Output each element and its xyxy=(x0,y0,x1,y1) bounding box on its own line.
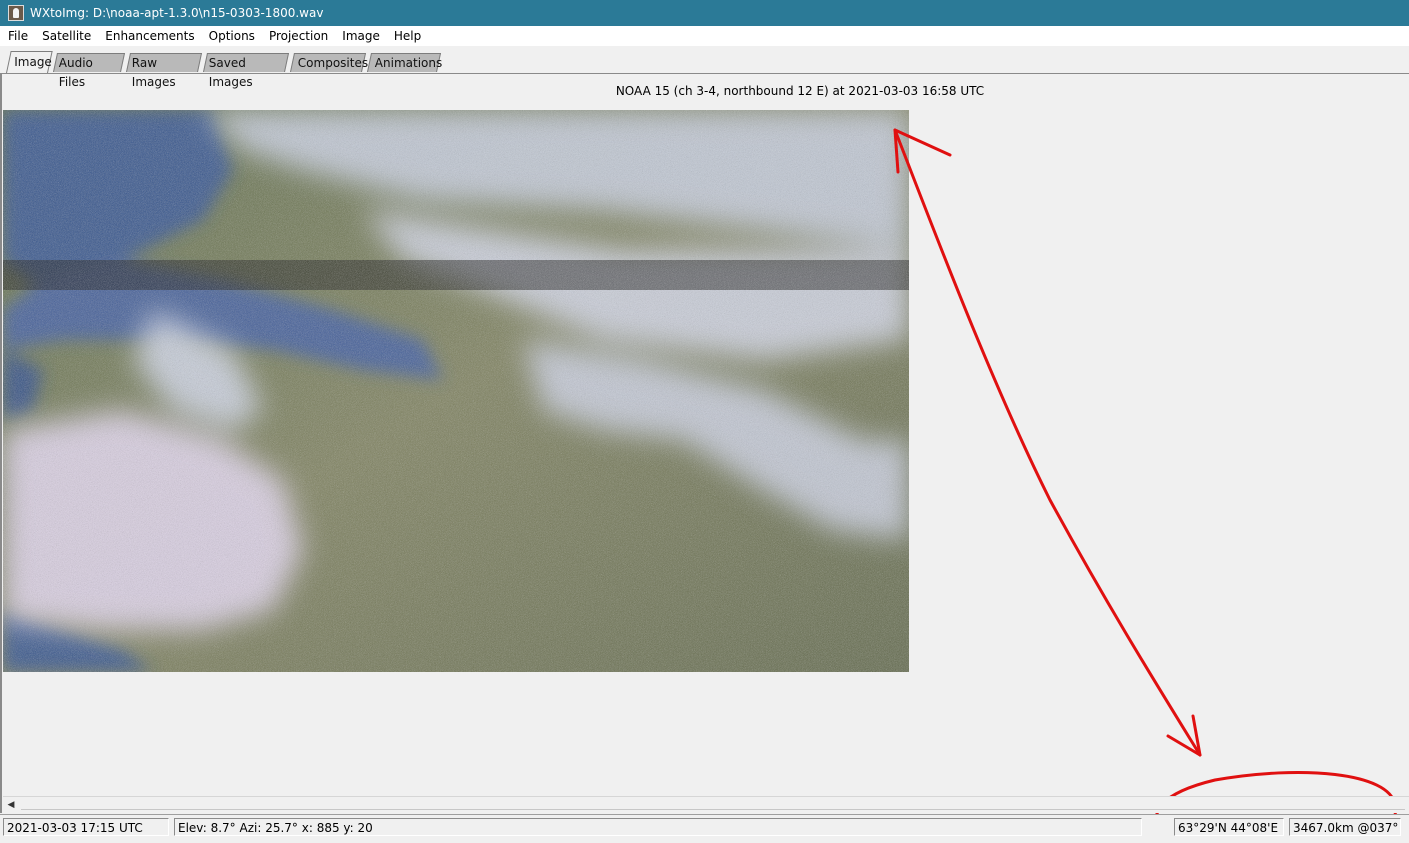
scroll-track[interactable] xyxy=(21,800,1405,810)
menu-bar: File Satellite Enhancements Options Proj… xyxy=(0,26,1409,46)
tab-bar: Image Audio Files Raw Images Saved Image… xyxy=(0,49,1409,89)
status-bar: 2021-03-03 17:15 UTC Elev: 8.7° Azi: 25.… xyxy=(0,814,1409,843)
double-arrow-line xyxy=(893,128,1202,757)
image-caption: NOAA 15 (ch 3-4, northbound 12 E) at 202… xyxy=(615,84,985,98)
tab-saved-images[interactable]: Saved Images xyxy=(203,53,290,89)
menu-file[interactable]: File xyxy=(0,29,35,43)
tab-composites[interactable]: Composites xyxy=(290,53,369,72)
title-bar: WXtoImg: D:\noaa-apt-1.3.0\n15-0303-1800… xyxy=(0,0,1409,26)
window-title: WXtoImg: D:\noaa-apt-1.3.0\n15-0303-1800… xyxy=(30,6,324,20)
content-left-border xyxy=(0,73,2,813)
menu-help[interactable]: Help xyxy=(387,29,428,43)
arrow-head-bottom xyxy=(1166,714,1202,757)
menu-projection[interactable]: Projection xyxy=(262,29,335,43)
scroll-left-arrow-icon[interactable]: ◀ xyxy=(3,797,19,813)
menu-enhancements[interactable]: Enhancements xyxy=(98,29,201,43)
satellite-image[interactable] xyxy=(3,110,909,672)
menu-image[interactable]: Image xyxy=(335,29,387,43)
menu-options[interactable]: Options xyxy=(202,29,262,43)
menu-satellite[interactable]: Satellite xyxy=(35,29,98,43)
tab-animations-label: Animations xyxy=(374,56,443,70)
status-coordinates: 63°29'N 44°08'E xyxy=(1174,818,1284,836)
status-time: 2021-03-03 17:15 UTC xyxy=(3,818,169,836)
app-icon[interactable] xyxy=(8,5,24,21)
tab-raw-images[interactable]: Raw Images xyxy=(126,53,203,89)
tab-image[interactable]: Image xyxy=(6,51,53,73)
horizontal-scrollbar[interactable]: ◀ xyxy=(3,796,1409,813)
tab-animations[interactable]: Animations xyxy=(367,53,443,72)
tab-image-label: Image xyxy=(14,55,52,69)
status-distance: 3467.0km @037° xyxy=(1289,818,1401,836)
tab-composites-label: Composites xyxy=(297,56,369,70)
tab-audio-files[interactable]: Audio Files xyxy=(53,53,126,89)
status-position: Elev: 8.7° Azi: 25.7° x: 885 y: 20 xyxy=(174,818,1142,836)
satellite-image-graphic xyxy=(3,110,909,672)
